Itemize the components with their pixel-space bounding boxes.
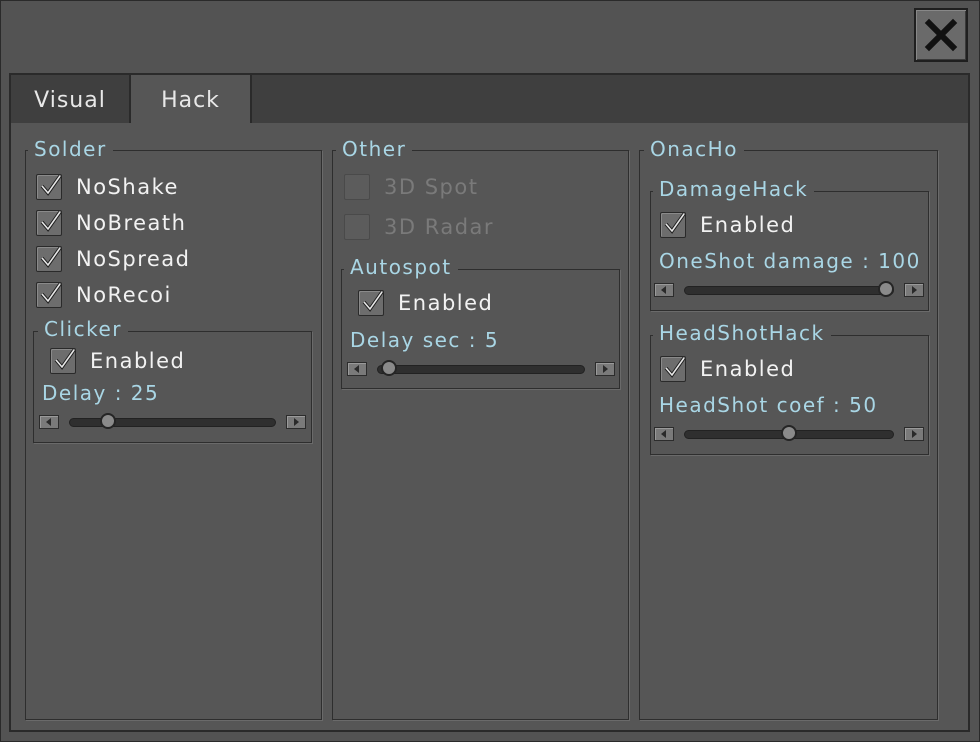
noshake-label: NoShake [76, 175, 179, 199]
tab-hack[interactable]: Hack [131, 75, 252, 125]
slider-increase-button[interactable] [286, 415, 306, 429]
clicker-enabled-option[interactable]: Enabled [50, 346, 185, 376]
slider-decrease-button[interactable] [654, 427, 674, 441]
autospot-delay-label: Delay sec : 5 [350, 328, 506, 352]
headshothack-enabled-checkbox[interactable] [660, 356, 686, 382]
3d-radar-option[interactable]: 3D Radar [344, 212, 494, 242]
slider-thumb[interactable] [781, 425, 797, 441]
autospot-group-title: Autospot [344, 255, 458, 279]
slider-thumb[interactable] [99, 413, 116, 429]
hack-tab-panel: Solder NoShake NoBreath NoSpread NoRecoi… [9, 123, 970, 732]
headshot-coef-label: HeadShot coef : 50 [659, 393, 884, 417]
tab-visual[interactable]: Visual [11, 75, 131, 125]
clicker-delay-slider[interactable] [39, 413, 306, 431]
nobreath-option[interactable]: NoBreath [36, 208, 186, 238]
damagehack-group-title: DamageHack [653, 177, 815, 201]
close-button[interactable] [914, 8, 968, 62]
nospread-checkbox[interactable] [36, 246, 62, 272]
clicker-group-title: Clicker [38, 317, 128, 341]
tab-bar: Visual Hack [9, 73, 970, 125]
noshake-option[interactable]: NoShake [36, 172, 179, 202]
slider-increase-button[interactable] [904, 427, 924, 441]
damagehack-enabled-checkbox[interactable] [660, 212, 686, 238]
hack-menu-window: Visual Hack Solder NoShake NoBreath NoSp… [0, 0, 980, 742]
norecoi-label: NoRecoi [76, 283, 172, 307]
headshot-coef-slider[interactable] [654, 425, 924, 443]
slider-decrease-button[interactable] [654, 283, 674, 297]
norecoi-checkbox[interactable] [36, 282, 62, 308]
clicker-enabled-label: Enabled [90, 349, 186, 373]
3d-spot-label: 3D Spot [384, 175, 479, 199]
3d-radar-label: 3D Radar [384, 215, 495, 239]
slider-track[interactable] [684, 286, 894, 295]
oneshot-damage-slider[interactable] [654, 281, 924, 299]
nobreath-checkbox[interactable] [36, 210, 62, 236]
nospread-label: NoSpread [76, 247, 191, 271]
3d-spot-option[interactable]: 3D Spot [344, 172, 478, 202]
noshake-checkbox[interactable] [36, 174, 62, 200]
3d-radar-checkbox[interactable] [344, 214, 370, 240]
onacho-group-title: OnacHo [644, 137, 744, 161]
damagehack-enabled-option[interactable]: Enabled [660, 210, 795, 240]
slider-decrease-button[interactable] [39, 415, 59, 429]
solder-group-title: Solder [28, 137, 113, 161]
autospot-delay-slider[interactable] [347, 360, 615, 378]
autospot-enabled-label: Enabled [398, 291, 494, 315]
3d-spot-checkbox[interactable] [344, 174, 370, 200]
autospot-enabled-option[interactable]: Enabled [358, 288, 493, 318]
oneshot-damage-label: OneShot damage : 100 [659, 249, 927, 273]
slider-thumb[interactable] [878, 281, 894, 297]
headshothack-group-title: HeadShotHack [653, 321, 831, 345]
slider-increase-button[interactable] [904, 283, 924, 297]
slider-track[interactable] [377, 365, 585, 374]
clicker-delay-label: Delay : 25 [42, 381, 166, 405]
nobreath-label: NoBreath [76, 211, 187, 235]
clicker-enabled-checkbox[interactable] [50, 348, 76, 374]
slider-decrease-button[interactable] [347, 362, 367, 376]
autospot-enabled-checkbox[interactable] [358, 290, 384, 316]
other-group-title: Other [336, 137, 413, 161]
headshothack-enabled-label: Enabled [700, 357, 796, 381]
headshothack-enabled-option[interactable]: Enabled [660, 354, 795, 384]
slider-increase-button[interactable] [595, 362, 615, 376]
damagehack-enabled-label: Enabled [700, 213, 796, 237]
slider-thumb[interactable] [380, 360, 397, 376]
nospread-option[interactable]: NoSpread [36, 244, 191, 274]
norecoi-option[interactable]: NoRecoi [36, 280, 172, 310]
